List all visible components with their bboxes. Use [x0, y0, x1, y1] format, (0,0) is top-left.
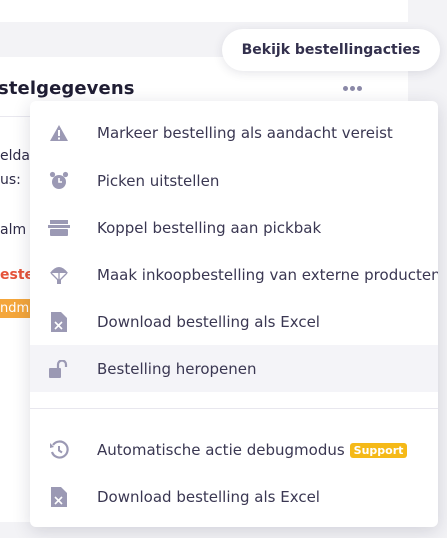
- warning-text-fragment: este: [0, 267, 35, 283]
- excel-file-icon: [48, 486, 70, 508]
- tooltip: Bekijk bestellingacties: [222, 29, 440, 71]
- field-label-fragment: elda: [0, 148, 30, 164]
- menu-item-label: Automatische actie debugmodus Support: [97, 440, 408, 459]
- top-strip: [0, 0, 408, 22]
- menu-item-mark-attention[interactable]: Markeer bestelling als aandacht vereist: [30, 109, 438, 156]
- dot-icon: [349, 85, 355, 91]
- menu-item-reopen-order[interactable]: Bestelling heropenen: [30, 345, 438, 392]
- warning-icon: [48, 122, 70, 144]
- menu-item-label: Markeer bestelling als aandacht vereist: [97, 123, 393, 142]
- field-label-fragment: alm: [0, 222, 27, 238]
- unlock-icon: [48, 358, 70, 380]
- menu-item-label: Picken uitstellen: [97, 171, 220, 190]
- dot-icon: [342, 85, 348, 91]
- menu-separator: [30, 408, 438, 409]
- menu-item-postpone-picking[interactable]: Picken uitstellen: [30, 157, 438, 204]
- dot-icon: [356, 85, 362, 91]
- menu-item-label: Koppel bestelling aan pickbak: [97, 218, 322, 237]
- menu-item-download-excel[interactable]: Download bestelling als Excel: [30, 298, 438, 345]
- history-icon: [48, 439, 70, 461]
- alarm-clock-icon: [48, 170, 70, 192]
- menu-item-link-pickbin[interactable]: Koppel bestelling aan pickbak: [30, 204, 438, 251]
- bin-icon: [48, 217, 70, 239]
- menu-item-label: Bestelling heropenen: [97, 359, 257, 378]
- more-actions-button[interactable]: [338, 80, 366, 96]
- order-actions-menu: Markeer bestelling als aandacht vereist …: [30, 101, 438, 527]
- card-title: stelgegevens: [0, 78, 135, 99]
- menu-item-purchase-order[interactable]: Maak inkoopbestelling van externe produc…: [30, 251, 438, 298]
- menu-item-debug-mode[interactable]: Automatische actie debugmodus Support: [30, 426, 438, 473]
- menu-item-label: Download bestelling als Excel: [97, 487, 320, 506]
- menu-item-text: Automatische actie debugmodus: [97, 440, 345, 459]
- field-label-fragment: us:: [0, 172, 21, 188]
- menu-item-label: Download bestelling als Excel: [97, 312, 320, 331]
- menu-item-download-excel-2[interactable]: Download bestelling als Excel: [30, 473, 438, 520]
- menu-item-label: Maak inkoopbestelling van externe produc…: [97, 265, 438, 284]
- parachute-icon: [48, 264, 70, 286]
- excel-file-icon: [48, 311, 70, 333]
- support-badge: Support: [349, 442, 408, 458]
